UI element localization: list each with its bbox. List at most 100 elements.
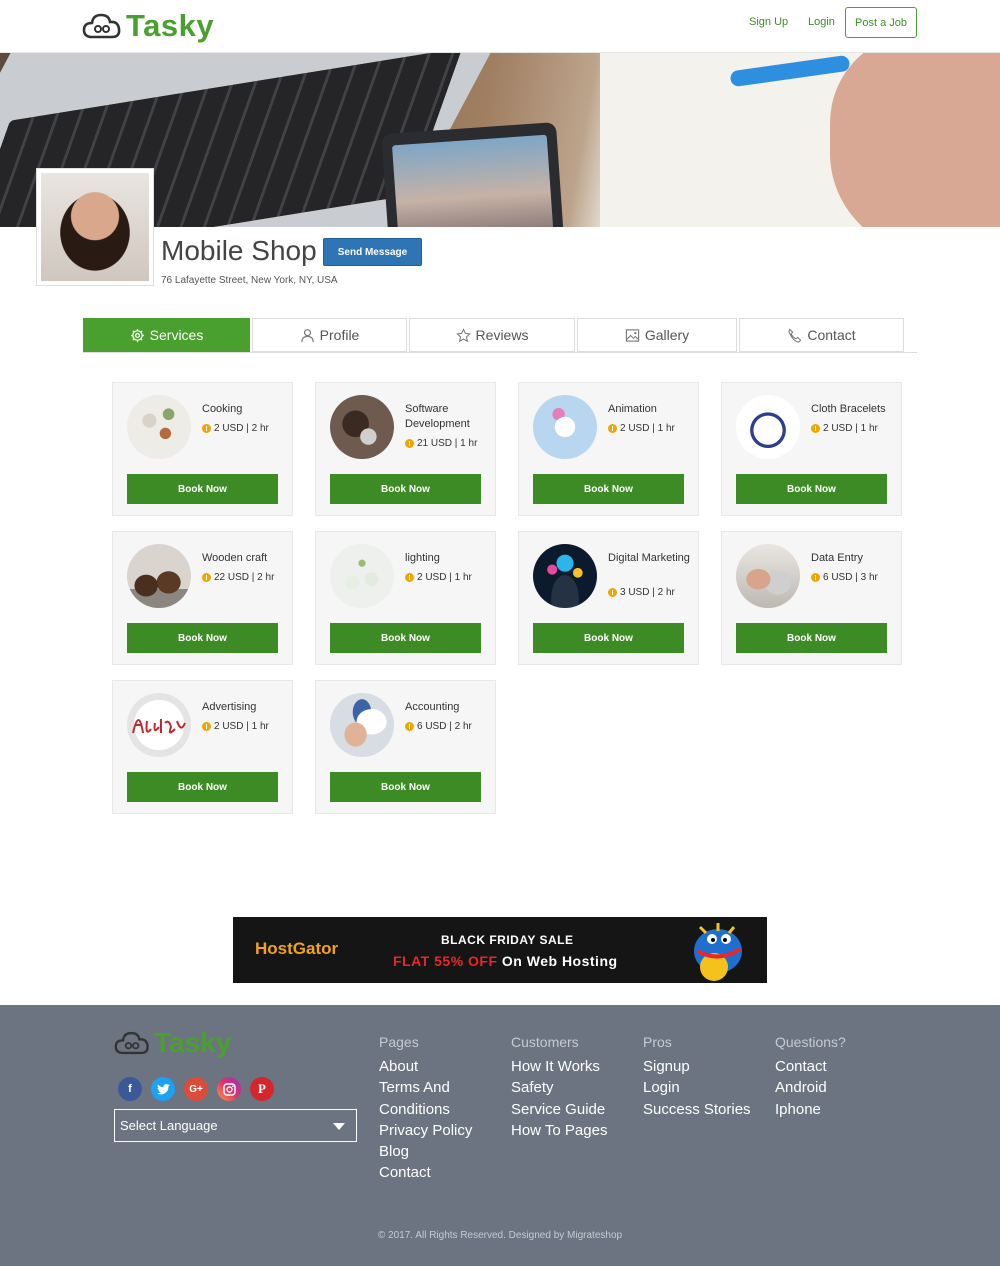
footer-column-pages: Pages About Terms And Conditions Privacy… bbox=[379, 1034, 472, 1184]
footer-link-success-stories[interactable]: Success Stories bbox=[643, 1099, 751, 1120]
image-icon bbox=[625, 328, 639, 342]
info-icon bbox=[405, 722, 414, 731]
service-card: Accounting 6 USD | 2 hr Book Now bbox=[315, 680, 496, 814]
footer-link-privacy-policy[interactable]: Privacy Policy bbox=[379, 1120, 472, 1141]
book-now-button[interactable]: Book Now bbox=[533, 623, 684, 653]
footer-column-customers: Customers How It Works Safety Service Gu… bbox=[511, 1034, 607, 1141]
tab-label: Contact bbox=[807, 327, 856, 343]
service-card: Software Development 21 USD | 1 hr Book … bbox=[315, 382, 496, 516]
footer-logo-text: Tasky bbox=[154, 1027, 232, 1058]
footer-link-contact[interactable]: Contact bbox=[379, 1162, 472, 1183]
service-image-data-entry bbox=[736, 544, 800, 608]
footer-link-how-it-works[interactable]: How It Works bbox=[511, 1056, 607, 1077]
book-now-button[interactable]: Book Now bbox=[736, 474, 887, 504]
info-icon bbox=[811, 424, 820, 433]
service-price: 2 USD | 1 hr bbox=[811, 423, 878, 434]
shop-address: 76 Lafayette Street, New York, NY, USA bbox=[161, 275, 338, 286]
service-card: Advertising 2 USD | 1 hr Book Now bbox=[112, 680, 293, 814]
service-image-animation bbox=[533, 395, 597, 459]
phone-icon bbox=[788, 328, 802, 343]
logo-text: Tasky bbox=[126, 8, 215, 43]
service-price: 22 USD | 2 hr bbox=[202, 572, 274, 583]
book-now-button[interactable]: Book Now bbox=[127, 772, 278, 802]
pinterest-icon[interactable]: P bbox=[250, 1077, 274, 1101]
twitter-icon[interactable] bbox=[151, 1077, 175, 1101]
site-logo[interactable]: Tasky bbox=[82, 6, 214, 46]
book-now-button[interactable]: Book Now bbox=[330, 772, 481, 802]
service-image-accounting bbox=[330, 693, 394, 757]
phone-illustration bbox=[381, 122, 564, 227]
facebook-icon[interactable]: f bbox=[118, 1077, 142, 1101]
chevron-down-icon bbox=[333, 1123, 345, 1130]
service-image-cooking bbox=[127, 395, 191, 459]
google-plus-icon[interactable]: G+ bbox=[184, 1077, 208, 1101]
service-price: 3 USD | 2 hr bbox=[608, 587, 675, 598]
star-icon bbox=[455, 327, 471, 342]
copyright-text: © 2017. All Rights Reserved. Designed by… bbox=[377, 1230, 623, 1241]
language-select[interactable]: Select Language bbox=[114, 1109, 357, 1142]
cloud-logo-icon bbox=[82, 13, 121, 39]
instagram-icon[interactable] bbox=[217, 1077, 241, 1101]
footer-link-safety[interactable]: Safety bbox=[511, 1077, 607, 1098]
service-price: 2 USD | 1 hr bbox=[405, 572, 472, 583]
service-card: lighting 2 USD | 1 hr Book Now bbox=[315, 531, 496, 665]
service-card: Cloth Bracelets 2 USD | 1 hr Book Now bbox=[721, 382, 902, 516]
tab-services[interactable]: Services bbox=[83, 318, 250, 352]
footer-link-iphone[interactable]: Iphone bbox=[775, 1099, 846, 1120]
book-now-button[interactable]: Book Now bbox=[533, 474, 684, 504]
service-price: 6 USD | 2 hr bbox=[405, 721, 472, 732]
site-header: Tasky Sign Up Login Post a Job bbox=[0, 0, 1000, 53]
post-job-button[interactable]: Post a Job bbox=[845, 7, 917, 38]
footer-link-how-to-pages[interactable]: How To Pages bbox=[511, 1120, 607, 1141]
footer-logo[interactable]: Tasky bbox=[114, 1027, 231, 1059]
tab-label: Profile bbox=[319, 327, 360, 343]
footer-link-contact[interactable]: Contact bbox=[775, 1056, 846, 1077]
service-name: lighting bbox=[405, 552, 440, 564]
footer-link-about[interactable]: About bbox=[379, 1056, 472, 1077]
book-now-button[interactable]: Book Now bbox=[127, 623, 278, 653]
login-link[interactable]: Login bbox=[808, 16, 835, 28]
footer-link-service-guide[interactable]: Service Guide bbox=[511, 1099, 607, 1120]
service-image-lighting bbox=[330, 544, 394, 608]
hostgator-ad-banner[interactable]: HostGator BLACK FRIDAY SALE FLAT 55% OFF… bbox=[233, 917, 767, 983]
user-icon bbox=[300, 328, 314, 342]
tab-label: Reviews bbox=[475, 327, 529, 343]
tab-reviews[interactable]: Reviews bbox=[409, 318, 575, 352]
sign-up-link[interactable]: Sign Up bbox=[749, 16, 788, 28]
gator-mascot-icon bbox=[694, 923, 742, 981]
service-name: Digital Marketing bbox=[608, 552, 690, 564]
info-icon bbox=[811, 573, 820, 582]
service-card: Wooden craft 22 USD | 2 hr Book Now bbox=[112, 531, 293, 665]
service-price: 6 USD | 3 hr bbox=[811, 572, 878, 583]
footer-column-heading: Customers bbox=[511, 1034, 579, 1050]
footer-column-questions: Questions? Contact Android Iphone bbox=[775, 1034, 846, 1120]
service-name: Accounting bbox=[405, 701, 460, 713]
tab-contact[interactable]: Contact bbox=[739, 318, 904, 352]
info-icon bbox=[405, 573, 414, 582]
service-name: Software Development bbox=[405, 403, 470, 430]
book-now-button[interactable]: Book Now bbox=[127, 474, 278, 504]
footer-column-heading: Questions? bbox=[775, 1034, 846, 1050]
footer-link-terms[interactable]: Terms And bbox=[379, 1077, 472, 1098]
info-icon bbox=[202, 722, 211, 731]
send-message-button[interactable]: Send Message bbox=[323, 238, 422, 266]
cloud-logo-icon bbox=[114, 1031, 149, 1055]
ad-headline: BLACK FRIDAY SALE bbox=[441, 933, 574, 947]
profile-avatar bbox=[36, 168, 154, 286]
book-now-button[interactable]: Book Now bbox=[736, 623, 887, 653]
footer-link-login[interactable]: Login bbox=[643, 1077, 751, 1098]
service-name: Data Entry bbox=[811, 552, 863, 564]
footer-link-blog[interactable]: Blog bbox=[379, 1141, 472, 1162]
book-now-button[interactable]: Book Now bbox=[330, 623, 481, 653]
book-now-button[interactable]: Book Now bbox=[330, 474, 481, 504]
footer-column-heading: Pros bbox=[643, 1034, 672, 1050]
language-select-value: Select Language bbox=[120, 1118, 218, 1133]
service-name: Wooden craft bbox=[202, 552, 268, 564]
gear-icon bbox=[130, 328, 144, 342]
tab-profile[interactable]: Profile bbox=[252, 318, 407, 352]
tab-gallery[interactable]: Gallery bbox=[577, 318, 737, 352]
footer-link-android[interactable]: Android bbox=[775, 1077, 846, 1098]
footer-link-signup[interactable]: Signup bbox=[643, 1056, 751, 1077]
footer-link-conditions[interactable]: Conditions bbox=[379, 1099, 472, 1120]
info-icon bbox=[202, 424, 211, 433]
